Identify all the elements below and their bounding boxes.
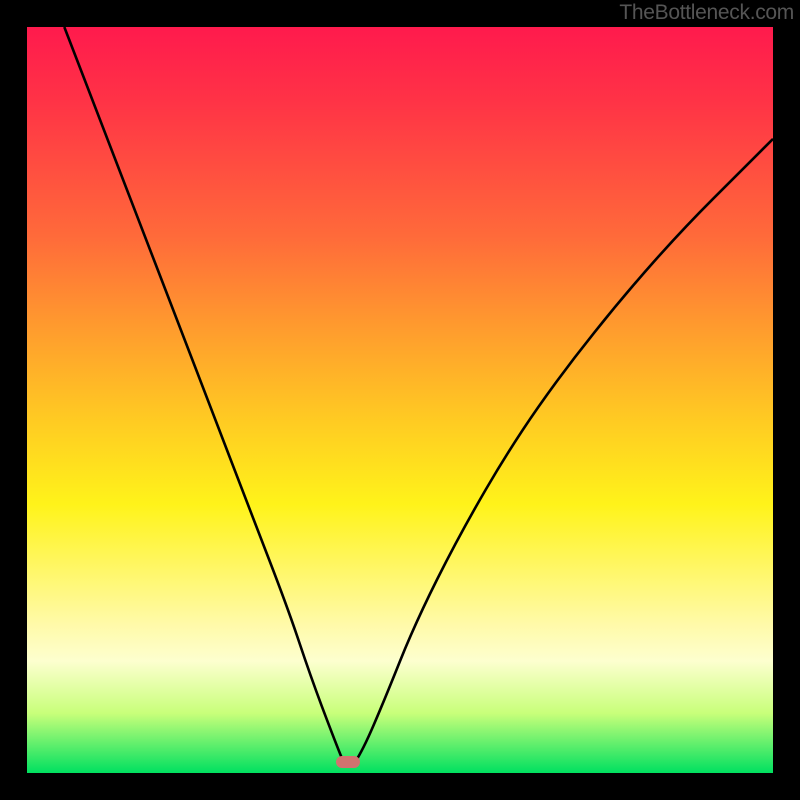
- minimum-marker: [336, 756, 360, 768]
- plot-area: [27, 27, 773, 773]
- curve-path: [64, 27, 773, 766]
- watermark-text: TheBottleneck.com: [619, 1, 794, 25]
- chart-frame: TheBottleneck.com: [0, 0, 800, 800]
- bottleneck-curve: [27, 27, 773, 773]
